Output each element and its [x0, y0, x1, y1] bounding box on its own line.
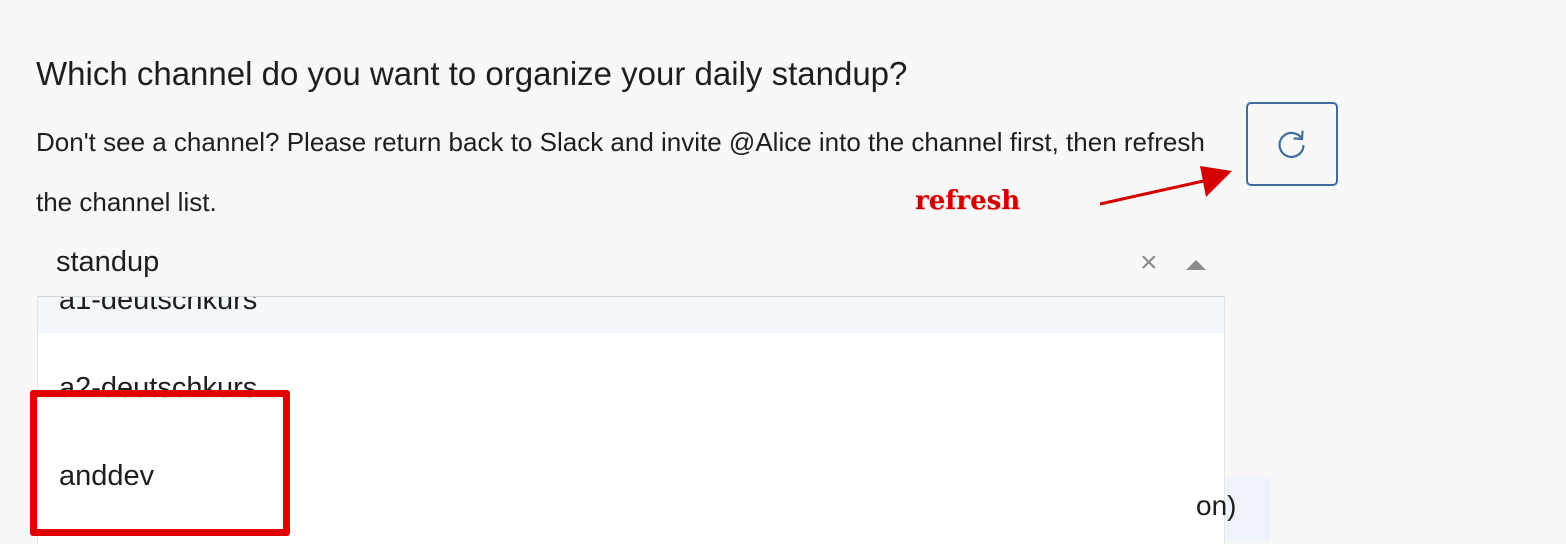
select-value: standup [56, 246, 160, 278]
clear-icon[interactable]: × [1140, 248, 1158, 278]
page: Which channel do you want to organize yo… [0, 0, 1566, 544]
caret-up-icon[interactable] [1186, 260, 1206, 270]
highlight-box [30, 390, 290, 536]
background-text-fragment: on) [1196, 490, 1237, 521]
channel-select[interactable]: standup × [36, 234, 1226, 296]
annotation-label: refresh [915, 186, 1021, 216]
option-a1-deutschkurs[interactable]: a1-deutschkurs [38, 297, 1224, 333]
